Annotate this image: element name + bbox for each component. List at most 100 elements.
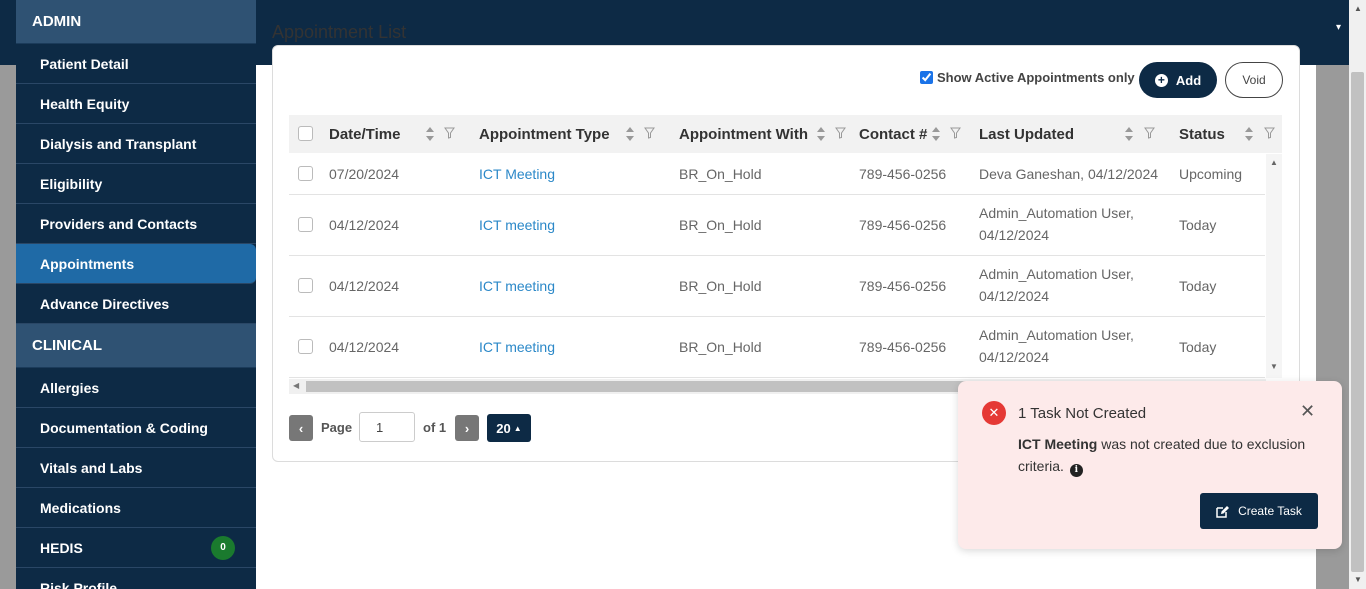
plus-circle-icon: +: [1154, 73, 1168, 87]
filter-icon[interactable]: [950, 127, 961, 139]
cell-updated: Deva Ganeshan, 04/12/2024: [979, 166, 1159, 182]
cell-type-link[interactable]: ICT meeting: [479, 317, 555, 377]
cell-updated-date: 04/12/2024: [979, 349, 1050, 365]
col-header-contact[interactable]: Contact #: [859, 115, 927, 153]
show-active-checkbox[interactable]: [920, 71, 933, 84]
error-toast: ✕ 1 Task Not Created ✕ ICT Meeting was n…: [958, 381, 1342, 549]
cell-date: 04/12/2024: [329, 339, 400, 355]
cell-contact: 789-456-0256: [859, 166, 947, 182]
cell-updated-date: 04/12/2024: [979, 288, 1050, 304]
filter-icon[interactable]: [1264, 127, 1275, 139]
toast-message: ICT Meeting was not created due to exclu…: [1018, 433, 1318, 477]
create-task-button[interactable]: Create Task: [1200, 493, 1318, 529]
cell-with: BR_On_Hold: [679, 217, 762, 233]
sidebar-item-allergies[interactable]: Allergies: [16, 368, 256, 408]
table-row[interactable]: 04/12/2024 ICT meeting BR_On_Hold 789-45…: [289, 256, 1265, 317]
cell-status: Today: [1179, 217, 1217, 233]
page-scrollbar[interactable]: ▲ ▼: [1349, 0, 1366, 589]
sidebar-item-label: Health Equity: [40, 95, 130, 112]
overlay-left: [0, 65, 16, 589]
sidebar-item-medications[interactable]: Medications: [16, 488, 256, 528]
sidebar-item-label: Vitals and Labs: [40, 459, 143, 476]
sidebar-item-advance-directives[interactable]: Advance Directives: [16, 284, 256, 324]
page-title: Appointment List: [272, 22, 407, 42]
sort-icon[interactable]: [425, 126, 435, 142]
close-icon[interactable]: ✕: [1300, 401, 1315, 422]
toast-task-name: ICT Meeting: [1018, 436, 1098, 452]
sidebar-item-eligibility[interactable]: Eligibility: [16, 164, 256, 204]
cell-with: BR_On_Hold: [679, 166, 762, 182]
chevron-right-icon: ›: [464, 420, 470, 436]
filter-icon[interactable]: [1144, 127, 1155, 139]
prev-page-button[interactable]: ‹: [289, 415, 313, 441]
sidebar-item-hedis[interactable]: HEDIS 0: [16, 528, 256, 568]
add-button[interactable]: + Add: [1139, 62, 1217, 98]
next-page-button[interactable]: ›: [455, 415, 479, 441]
cell-type-link[interactable]: ICT Meeting: [479, 154, 555, 194]
toast-title: 1 Task Not Created: [1018, 405, 1147, 422]
sort-icon[interactable]: [931, 126, 941, 142]
sort-icon[interactable]: [816, 126, 826, 142]
row-checkbox[interactable]: [298, 217, 313, 232]
page-number-input[interactable]: [359, 412, 415, 442]
sidebar-item-health-equity[interactable]: Health Equity: [16, 84, 256, 124]
sidebar-item-dialysis[interactable]: Dialysis and Transplant: [16, 124, 256, 164]
page-size-select[interactable]: 20 ▲: [487, 414, 531, 442]
filter-icon[interactable]: [444, 127, 455, 139]
sidebar-item-vitals[interactable]: Vitals and Labs: [16, 448, 256, 488]
cell-type-link[interactable]: ICT meeting: [479, 256, 555, 316]
row-checkbox[interactable]: [298, 166, 313, 181]
table-row[interactable]: 04/12/2024 ICT meeting BR_On_Hold 789-45…: [289, 317, 1265, 378]
row-checkbox[interactable]: [298, 278, 313, 293]
table-row[interactable]: 07/20/2024 ICT Meeting BR_On_Hold 789-45…: [289, 154, 1265, 195]
cell-date: 04/12/2024: [329, 278, 400, 294]
sidebar-item-label: HEDIS: [40, 539, 83, 556]
cell-status: Upcoming: [1179, 166, 1243, 182]
col-header-status[interactable]: Status: [1179, 115, 1225, 153]
col-header-type[interactable]: Appointment Type: [479, 115, 610, 153]
scroll-left-icon[interactable]: ◀: [293, 381, 299, 390]
sidebar-item-providers[interactable]: Providers and Contacts: [16, 204, 256, 244]
scroll-thumb[interactable]: [1351, 72, 1364, 572]
sort-icon[interactable]: [1244, 126, 1254, 142]
edit-icon: [1216, 505, 1230, 518]
cell-type-link[interactable]: ICT meeting: [479, 195, 555, 255]
cell-contact: 789-456-0256: [859, 339, 947, 355]
sidebar-item-appointments[interactable]: Appointments: [16, 244, 256, 284]
filter-icon[interactable]: [644, 127, 655, 139]
filter-icon[interactable]: [835, 127, 846, 139]
col-header-updated[interactable]: Last Updated: [979, 115, 1074, 153]
add-button-label: Add: [1175, 72, 1202, 88]
sidebar-item-risk-profile[interactable]: Risk Profile: [16, 568, 256, 589]
col-header-date[interactable]: Date/Time: [329, 115, 400, 153]
select-all-checkbox[interactable]: [298, 126, 313, 141]
table-row[interactable]: 04/12/2024 ICT meeting BR_On_Hold 789-45…: [289, 195, 1265, 256]
sidebar-section-clinical: CLINICAL: [16, 324, 256, 368]
scroll-up-icon[interactable]: ▲: [1270, 158, 1278, 167]
cell-contact: 789-456-0256: [859, 278, 947, 294]
sidebar-item-label: Providers and Contacts: [40, 215, 198, 232]
void-button[interactable]: Void: [1225, 62, 1283, 98]
col-header-with[interactable]: Appointment With: [679, 115, 808, 153]
sidebar-item-documentation[interactable]: Documentation & Coding: [16, 408, 256, 448]
scroll-down-icon[interactable]: ▼: [1270, 362, 1278, 371]
cell-with: BR_On_Hold: [679, 339, 762, 355]
cell-status: Today: [1179, 278, 1217, 294]
sidebar-section-admin: ADMIN: [16, 0, 256, 44]
sidebar-item-label: Advance Directives: [40, 295, 170, 312]
scroll-up-icon[interactable]: ▲: [1354, 4, 1362, 13]
sidebar-item-patient-detail[interactable]: Patient Detail: [16, 44, 256, 84]
user-menu-caret-icon[interactable]: ▾: [1336, 22, 1341, 33]
caret-up-icon: ▲: [513, 423, 522, 433]
scroll-down-icon[interactable]: ▼: [1354, 575, 1362, 584]
info-icon[interactable]: i: [1069, 463, 1083, 477]
table-vertical-scrollbar[interactable]: ▲ ▼: [1266, 154, 1282, 378]
sidebar-item-label: Allergies: [40, 379, 100, 396]
show-active-toggle[interactable]: Show Active Appointments only: [920, 70, 1135, 85]
hedis-count-badge: 0: [211, 535, 235, 560]
sidebar-item-label: Medications: [40, 499, 121, 516]
page-label: Page: [321, 420, 353, 435]
sort-icon[interactable]: [1124, 126, 1134, 142]
sort-icon[interactable]: [625, 126, 635, 142]
row-checkbox[interactable]: [298, 339, 313, 354]
